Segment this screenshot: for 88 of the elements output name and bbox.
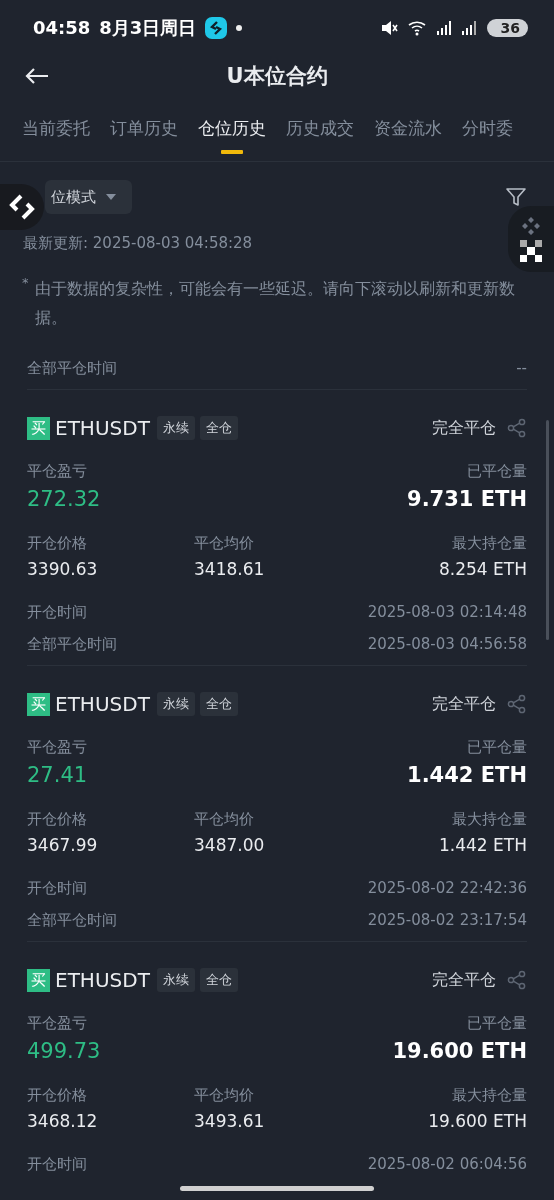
open-price-label: 开仓价格 [27, 534, 88, 553]
tab[interactable]: 仓位历史 [198, 117, 266, 154]
time-label: 开仓时间 [27, 878, 87, 898]
avg-close-value: 3487.00 [194, 835, 266, 855]
avg-close-label: 平仓均价 [194, 810, 255, 829]
filter-icon[interactable] [505, 186, 527, 208]
open-price-value: 3467.99 [27, 835, 99, 855]
symbol-text: ETHUSDT [55, 692, 150, 716]
open-price-label: 开仓价格 [27, 810, 88, 829]
share-icon[interactable] [507, 418, 527, 438]
tab[interactable]: 历史成交 [286, 117, 354, 154]
app-logo-icon [205, 16, 228, 39]
mute-icon [380, 19, 399, 36]
closed-amount-value: 1.442 ETH [407, 763, 527, 787]
tab[interactable]: 订单历史 [110, 117, 178, 154]
caret-icon [106, 194, 116, 200]
max-position-label: 最大持仓量 [451, 534, 527, 553]
notification-dot-icon [236, 24, 243, 31]
open-price-label: 开仓价格 [27, 1086, 88, 1105]
tab[interactable]: 当前委托 [22, 117, 90, 154]
avg-close-label: 平仓均价 [194, 1086, 255, 1105]
wifi-icon [407, 19, 428, 36]
last-update-text: 最新更新: 2025-08-03 04:58:28 [23, 234, 254, 253]
tag: 永续 [156, 968, 195, 992]
time-label: 全部平仓时间 [27, 910, 117, 930]
pnl-value: 272.32 [27, 487, 101, 511]
tag: 全仓 [199, 968, 238, 992]
time-label: 全部平仓时间 [27, 634, 117, 654]
closed-amount-label: 已平仓量 [467, 462, 527, 481]
side-badge: 买 [27, 416, 50, 440]
time-value: 2025-08-02 22:42:36 [367, 879, 527, 897]
diamond-logo-icon [521, 216, 541, 236]
open-price-value: 3468.12 [27, 1111, 99, 1131]
mode-dropdown[interactable]: 位模式 [45, 180, 132, 214]
tag: 全仓 [199, 692, 238, 716]
max-position-value: 1.442 ETH [438, 835, 527, 855]
tab[interactable]: 分时委 [462, 117, 513, 154]
note-text: 由于数据的复杂性，可能会有一些延迟。请向下滚动以刷新和更新数据。 [34, 279, 516, 329]
battery-indicator: 36 [486, 18, 528, 37]
status-text: 完全平仓 [432, 969, 496, 991]
closed-amount-value: 9.731 ETH [407, 487, 527, 511]
page-title: U本位合约 [226, 63, 328, 90]
pnl-label: 平仓盈亏 [27, 462, 87, 481]
symbol-text: ETHUSDT [55, 968, 150, 992]
open-price-value: 3390.63 [27, 559, 99, 579]
pnl-value: 27.41 [27, 763, 88, 787]
floating-button[interactable] [0, 184, 44, 230]
max-position-value: 19.600 ETH [427, 1111, 527, 1131]
status-text: 完全平仓 [432, 417, 496, 439]
summary-value: -- [516, 359, 527, 377]
tab[interactable]: 资金流水 [374, 117, 442, 154]
max-position-label: 最大持仓量 [451, 810, 527, 829]
checker-icon [520, 240, 542, 262]
avg-close-value: 3418.61 [194, 559, 266, 579]
closed-amount-label: 已平仓量 [467, 1014, 527, 1033]
time-value: 2025-08-02 06:04:56 [367, 1155, 527, 1173]
avg-close-label: 平仓均价 [194, 534, 255, 553]
time-value: 2025-08-03 02:14:48 [367, 603, 527, 621]
symbol-text: ETHUSDT [55, 416, 150, 440]
signal-icon [461, 20, 478, 35]
closed-amount-value: 19.600 ETH [392, 1039, 527, 1063]
avg-close-value: 3493.61 [194, 1111, 266, 1131]
tag: 全仓 [199, 416, 238, 440]
swap-arrows-icon [7, 192, 37, 222]
time-value: 2025-08-03 04:56:58 [367, 635, 527, 653]
time-value: 2025-08-02 23:17:54 [367, 911, 527, 929]
status-time: 04:58 [33, 17, 91, 38]
share-icon[interactable] [507, 970, 527, 990]
side-badge: 买 [27, 968, 50, 992]
signal-icon [436, 20, 453, 35]
status-date: 8月3日周日 [99, 15, 197, 40]
tag: 永续 [156, 416, 195, 440]
pnl-label: 平仓盈亏 [27, 738, 87, 757]
max-position-value: 8.254 ETH [438, 559, 527, 579]
pnl-value: 499.73 [27, 1039, 101, 1063]
time-label: 开仓时间 [27, 602, 87, 622]
floating-widget[interactable] [508, 206, 554, 272]
max-position-label: 最大持仓量 [451, 1086, 527, 1105]
side-badge: 买 [27, 692, 50, 716]
closed-amount-label: 已平仓量 [467, 738, 527, 757]
summary-label: 全部平仓时间 [27, 358, 117, 378]
share-icon[interactable] [507, 694, 527, 714]
time-label: 开仓时间 [27, 1154, 87, 1174]
back-icon[interactable] [25, 67, 49, 85]
note-mark: * [22, 275, 29, 292]
status-text: 完全平仓 [432, 693, 496, 715]
pnl-label: 平仓盈亏 [27, 1014, 87, 1033]
tag: 永续 [156, 692, 195, 716]
